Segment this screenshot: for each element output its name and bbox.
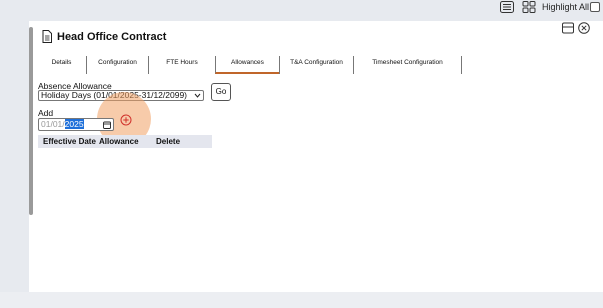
grid-icon[interactable] bbox=[522, 1, 536, 13]
page-footer bbox=[0, 292, 603, 308]
tab-ta-configuration[interactable]: T&A Configuration bbox=[279, 56, 353, 74]
tab-timesheet-configuration[interactable]: Timesheet Configuration bbox=[353, 56, 462, 74]
panel-scrollbar[interactable] bbox=[29, 27, 33, 215]
page-title: Head Office Contract bbox=[57, 31, 167, 43]
column-effective-date: Effective Date bbox=[43, 137, 96, 146]
allowance-table-header: Effective Date Allowance Delete bbox=[38, 135, 212, 148]
plus-circle-icon[interactable] bbox=[120, 114, 132, 126]
list-icon[interactable] bbox=[500, 1, 514, 13]
contract-panel: Head Office Contract Details Configurati… bbox=[29, 21, 603, 292]
chevron-down-icon bbox=[194, 93, 201, 98]
highlight-all-label: Highlight All bbox=[542, 2, 590, 12]
top-toolbar: Highlight All bbox=[0, 0, 603, 18]
go-button[interactable]: Go bbox=[211, 83, 231, 101]
highlight-all-checkbox[interactable] bbox=[590, 2, 600, 12]
tab-allowances[interactable]: Allowances bbox=[215, 56, 279, 74]
tab-details[interactable]: Details bbox=[37, 56, 86, 74]
calendar-icon[interactable] bbox=[103, 121, 111, 129]
tab-fte-hours[interactable]: FTE Hours bbox=[148, 56, 215, 74]
date-year-selected: 2025 bbox=[64, 119, 84, 129]
add-label: Add bbox=[38, 108, 54, 118]
column-allowance: Allowance bbox=[99, 137, 139, 146]
date-field[interactable]: 01/01/2025 bbox=[38, 118, 114, 131]
tab-configuration[interactable]: Configuration bbox=[86, 56, 148, 74]
date-prefix: 01/01/ bbox=[41, 119, 65, 129]
window-icon[interactable] bbox=[562, 22, 574, 34]
close-icon[interactable] bbox=[578, 22, 590, 34]
document-icon bbox=[42, 30, 52, 43]
column-delete: Delete bbox=[156, 137, 181, 146]
